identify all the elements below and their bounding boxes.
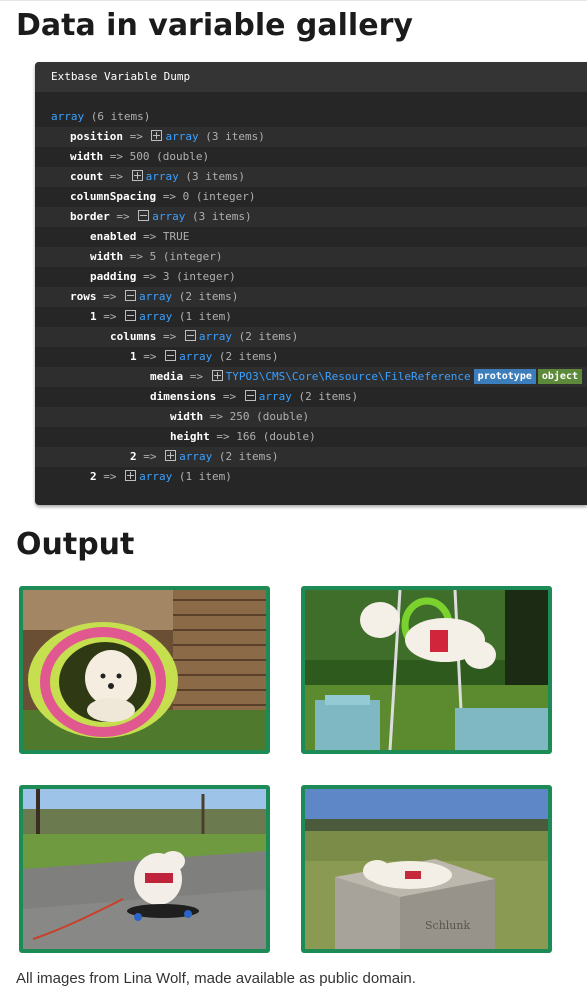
dump-key: width — [90, 250, 124, 263]
dump-row: 1 => array (1 item) — [90, 310, 232, 323]
dump-row: array (6 items) — [35, 107, 587, 127]
dump-value: TRUE — [162, 230, 190, 243]
item-count: (2 items) — [178, 290, 239, 303]
dump-key: media — [150, 370, 184, 383]
output-title: Output — [16, 527, 135, 562]
item-count: (2 items) — [218, 450, 279, 463]
dump-row: height => 166 (double) — [170, 430, 316, 443]
item-count: (2 items) — [238, 330, 299, 343]
dump-row: width => 250 (double) — [35, 407, 587, 427]
dump-value: 0 (integer) — [182, 190, 256, 203]
item-count: (2 items) — [218, 350, 279, 363]
collapse-icon[interactable] — [184, 330, 196, 341]
collapse-icon[interactable] — [125, 310, 137, 321]
prototype-badge: prototype — [473, 369, 536, 384]
dump-row: columns => array (2 items) — [35, 327, 587, 347]
dump-key: rows — [70, 290, 97, 303]
collapse-icon[interactable] — [138, 210, 150, 221]
dump-key: 2 — [90, 470, 97, 483]
dump-row: count => array (3 items) — [35, 167, 587, 187]
type-label[interactable]: array — [199, 330, 232, 343]
dump-row: enabled => TRUE — [90, 230, 190, 243]
dump-row: position => array (3 items) — [35, 127, 587, 147]
expand-icon[interactable] — [165, 450, 177, 461]
dump-value: 3 (integer) — [162, 270, 236, 283]
item-count: (3 items) — [205, 130, 265, 143]
dump-value: 166 (double) — [236, 430, 316, 443]
dump-row: 2 => array (2 items) — [35, 447, 587, 467]
type-label[interactable]: array — [179, 350, 212, 363]
gallery-image-dog-jumping-through-ring — [301, 586, 552, 754]
dump-key: 1 — [90, 310, 97, 323]
page-title: Data in variable gallery — [16, 8, 413, 43]
expand-icon[interactable] — [211, 370, 223, 381]
expand-icon[interactable] — [125, 470, 137, 481]
collapse-icon[interactable] — [165, 350, 177, 361]
gallery-image-dog-in-tunnel — [19, 586, 270, 754]
stone-engraving: Schlunk — [425, 919, 470, 932]
dump-key: position — [70, 130, 123, 143]
dump-key: height — [170, 430, 210, 443]
dump-key: columns — [110, 330, 157, 343]
top-border — [0, 0, 587, 5]
collapse-icon[interactable] — [244, 390, 256, 401]
dump-key: enabled — [90, 230, 137, 243]
item-count: (1 item) — [178, 470, 232, 483]
dump-key: columnSpacing — [70, 190, 157, 203]
item-count: (2 items) — [298, 390, 359, 403]
variable-dump-panel: Extbase Variable Dump array (6 items) po… — [35, 62, 587, 505]
dump-row: dimensions => array (2 items) — [150, 390, 359, 403]
type-label[interactable]: array — [152, 210, 185, 223]
item-count: (1 item) — [178, 310, 232, 323]
type-label[interactable]: array — [146, 170, 179, 183]
dump-value: 5 (integer) — [149, 250, 223, 263]
item-count: (3 items) — [192, 210, 252, 223]
type-label[interactable]: array — [139, 290, 172, 303]
dump-row: 1 => array (2 items) — [130, 350, 279, 363]
dump-row: media => TYPO3\CMS\Core\Resource\FileRef… — [35, 367, 587, 387]
dump-row: border => array (3 items) — [35, 207, 587, 227]
dump-key: width — [70, 150, 104, 163]
dump-key: width — [170, 410, 204, 423]
dump-key: count — [70, 170, 104, 183]
dump-row: width => 500 (double) — [70, 150, 210, 163]
type-label[interactable]: array — [139, 470, 172, 483]
item-count: (6 items) — [90, 110, 151, 123]
class-name[interactable]: TYPO3\CMS\Core\Resource\FileReference — [226, 370, 471, 383]
dump-header: Extbase Variable Dump — [35, 62, 587, 92]
dump-row: 2 => array (1 item) — [90, 470, 232, 483]
dump-key: 2 — [130, 450, 137, 463]
type-label: array — [51, 110, 85, 123]
dump-row: rows => array (2 items) — [35, 287, 587, 307]
type-label[interactable]: array — [139, 310, 172, 323]
expand-icon[interactable] — [151, 130, 163, 141]
dump-value: 500 (double) — [129, 150, 210, 163]
dump-row: columnSpacing => 0 (integer) — [70, 190, 256, 203]
dump-row: padding => 3 (integer) — [90, 270, 236, 283]
object-badge: object — [537, 369, 582, 384]
gallery-image-dog-on-skateboard — [19, 785, 270, 953]
type-label[interactable]: array — [165, 130, 198, 143]
expand-icon[interactable] — [131, 170, 143, 181]
dump-key: 1 — [130, 350, 137, 363]
type-label[interactable]: array — [179, 450, 212, 463]
gallery-image-dog-on-stone-block: Schlunk — [301, 785, 552, 953]
collapse-icon[interactable] — [125, 290, 136, 301]
type-label[interactable]: array — [259, 390, 292, 403]
dump-key: dimensions — [150, 390, 217, 403]
dump-key: padding — [90, 270, 137, 283]
dump-value: 250 (double) — [229, 410, 310, 423]
dump-key: border — [70, 210, 110, 223]
item-count: (3 items) — [185, 170, 245, 183]
image-credit: All images from Lina Wolf, made availabl… — [16, 970, 416, 987]
dump-row: width => 5 (integer) — [35, 247, 587, 267]
dump-body: array (6 items) position => array (3 ite… — [35, 92, 587, 487]
